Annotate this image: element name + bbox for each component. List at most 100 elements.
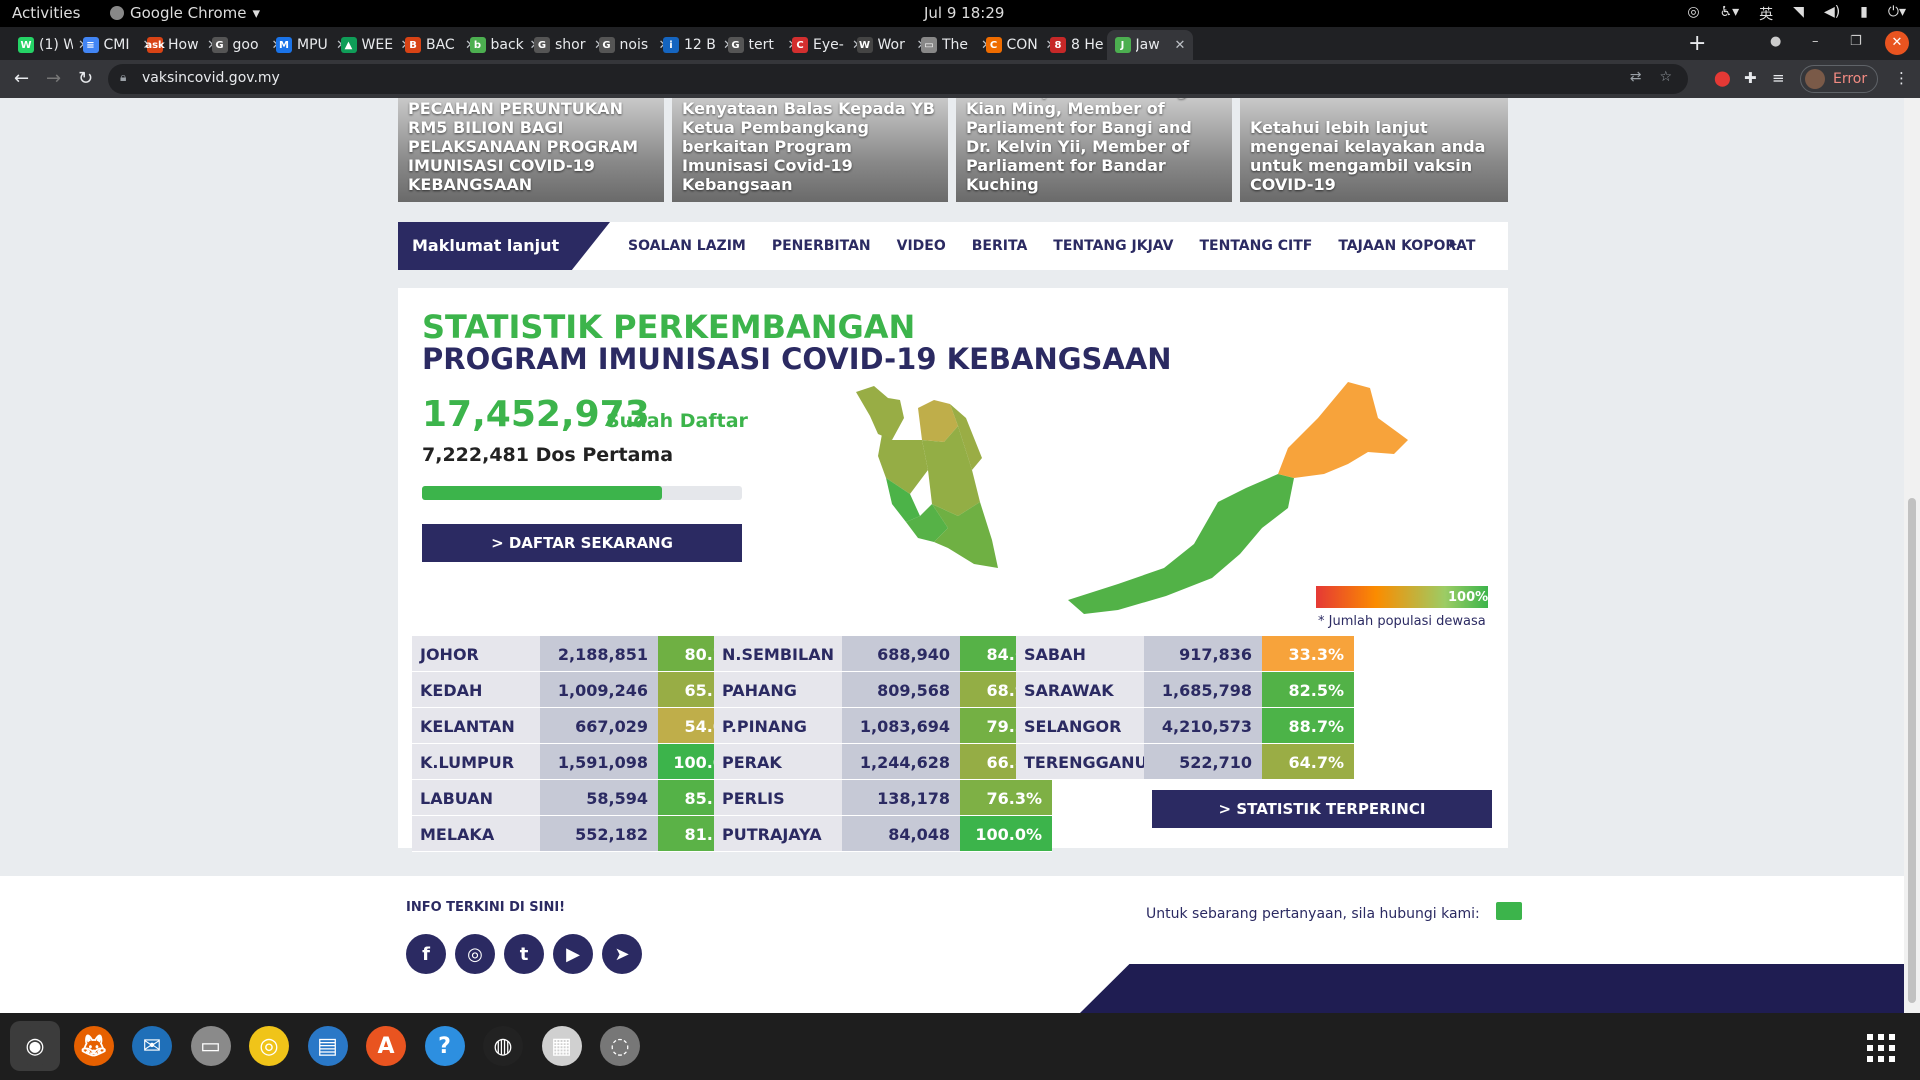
state-row: PERLIS 138,178 76.3% <box>714 780 1052 816</box>
state-row: SARAWAK 1,685,798 82.5% <box>1016 672 1354 708</box>
help-icon[interactable]: ? <box>420 1021 470 1071</box>
minimize-icon[interactable]: – <box>1812 34 1819 49</box>
state-percentage: 76.3% <box>960 780 1052 815</box>
page-scrollbar[interactable] <box>1904 98 1920 1013</box>
lock-icon[interactable]: 🔒︎ <box>120 70 126 85</box>
footer-band <box>1080 964 1904 1013</box>
restore-icon[interactable]: ❐ <box>1850 34 1862 49</box>
info-nav-link[interactable]: TENTANG CITF <box>1200 238 1313 254</box>
state-row: PUTRAJAYA 84,048 100.0% <box>714 816 1052 852</box>
state-row: PERAK 1,244,628 66.8% <box>714 744 1052 780</box>
info-nav-link[interactable]: BERITA <box>972 238 1028 254</box>
tab-favicon: J <box>1114 37 1131 53</box>
back-button[interactable]: ← <box>14 68 29 89</box>
info-navigation: Maklumat lanjut SOALAN LAZIM PENERBITAN VI… <box>398 222 1508 270</box>
vpn-icon[interactable]: ◎ <box>1687 4 1699 24</box>
news-card[interactable]: Kenyataan Balas Kepada YB Ketua Pembangk… <box>672 98 948 202</box>
news-card[interactable]: Ketahui lebih lanjut mengenai kelayakan … <box>1240 98 1508 202</box>
close-tab-icon[interactable]: ✕ <box>1175 38 1186 53</box>
firefox-icon-glyph: 🦊︎ <box>73 1026 114 1066</box>
tab-favicon: G <box>727 37 744 53</box>
tab-title: goo <box>232 37 259 53</box>
reload-button[interactable]: ↻ <box>78 68 93 89</box>
media-queue-icon[interactable]: ≡ <box>1772 69 1785 87</box>
tab-favicon: C <box>985 37 1002 53</box>
tab-favicon: G <box>598 37 615 53</box>
info-nav-link[interactable]: PENERBITAN <box>772 238 871 254</box>
thunderbird-icon[interactable]: ✉ <box>127 1021 177 1071</box>
mail-icon[interactable] <box>1496 902 1522 920</box>
chrome-menu-icon[interactable]: ⋮ <box>1894 69 1909 87</box>
activities-button[interactable]: Activities <box>12 4 80 22</box>
state-name: K.LUMPUR <box>412 744 540 779</box>
address-bar[interactable]: 🔒︎ vaksincovid.gov.my ⇄ ☆ <box>108 64 1688 94</box>
extensions-puzzle-icon[interactable]: ✚ <box>1744 69 1757 87</box>
scrollbar-thumb[interactable] <box>1908 498 1916 1003</box>
profile-error-label: Error <box>1833 71 1868 87</box>
writer-icon[interactable]: ▤ <box>303 1021 353 1071</box>
register-now-button[interactable]: > DAFTAR SEKARANG <box>422 524 742 562</box>
document-viewer-icon[interactable]: ▦ <box>537 1021 587 1071</box>
facebook-icon[interactable]: f <box>406 934 446 974</box>
state-name: N.SEMBILAN <box>714 636 842 671</box>
rhythmbox-icon[interactable]: ◎ <box>244 1021 294 1071</box>
close-window-button[interactable]: ✕ <box>1885 31 1909 55</box>
files-icon-glyph: ▭ <box>190 1026 231 1066</box>
accessibility-icon[interactable]: ♿▾ <box>1720 4 1740 24</box>
obs-icon[interactable]: ◍ <box>478 1021 528 1071</box>
chrome-icon[interactable]: ◉ <box>10 1021 60 1071</box>
extension-badge-icon[interactable]: ⬤ <box>1714 69 1731 87</box>
bookmark-star-icon[interactable]: ☆ <box>1659 69 1672 85</box>
input-method-indicator[interactable]: 英 <box>1759 4 1773 24</box>
files-icon[interactable]: ▭ <box>186 1021 236 1071</box>
map-region-sabah[interactable] <box>1278 382 1408 478</box>
info-nav-link[interactable]: VIDEO <box>897 238 946 254</box>
state-count: 1,009,246 <box>540 672 658 707</box>
news-card[interactable]: Balas kepada YB Dr. Ong Kian Ming, Membe… <box>956 98 1232 202</box>
caret-right-icon[interactable]: ▸ <box>1450 236 1457 252</box>
firefox-icon[interactable]: 🦊︎ <box>69 1021 119 1071</box>
tab-title: Wor <box>877 37 905 53</box>
new-tab-button[interactable]: + <box>1688 31 1706 56</box>
state-count: 84,048 <box>842 816 960 851</box>
latest-info-heading: INFO TERKINI DI SINI! <box>406 900 566 915</box>
twitter-icon[interactable]: t <box>504 934 544 974</box>
software-icon[interactable]: A <box>361 1021 411 1071</box>
clock[interactable]: Jul 9 18:29 <box>924 4 1004 22</box>
volume-icon[interactable]: ◀) <box>1824 4 1840 24</box>
map-region-perlis-kedah[interactable] <box>856 386 904 440</box>
profile-error-button[interactable]: Error <box>1800 65 1879 93</box>
news-card[interactable]: PECAHAN PERUNTUKAN RM5 BILION BAGI PELAK… <box>398 98 664 202</box>
state-count: 1,685,798 <box>1144 672 1262 707</box>
map-region-sarawak[interactable] <box>1068 474 1294 614</box>
tab-title: CMI <box>103 37 130 53</box>
state-percentage: 64.7% <box>1262 744 1354 779</box>
chrome-icon-glyph: ◉ <box>15 1026 55 1066</box>
youtube-icon[interactable]: ▶ <box>553 934 593 974</box>
wifi-icon[interactable]: ◥ <box>1793 4 1804 24</box>
info-nav-link[interactable]: SOALAN LAZIM <box>628 238 746 254</box>
translate-icon[interactable]: ⇄ <box>1630 69 1642 85</box>
map-region-perak[interactable] <box>878 434 928 494</box>
info-nav-link[interactable]: TENTANG JKJAV <box>1053 238 1173 254</box>
tab-title: (1) W <box>39 37 73 53</box>
chevron-down-icon: ▾ <box>252 4 261 22</box>
browser-tab[interactable]: J Jaw ✕ <box>1106 30 1194 60</box>
map-region-johor[interactable] <box>932 502 998 568</box>
show-applications-icon[interactable] <box>1866 1033 1896 1063</box>
state-percentage: 100.0% <box>960 816 1052 851</box>
url-text: vaksincovid.gov.my <box>142 70 280 86</box>
forward-button[interactable]: → <box>46 68 61 89</box>
disk-icon[interactable]: ◌ <box>595 1021 645 1071</box>
app-menu[interactable]: Google Chrome ▾ <box>110 4 260 22</box>
power-icon[interactable]: ⏻▾ <box>1888 4 1906 24</box>
battery-icon[interactable]: ▮ <box>1860 4 1868 24</box>
detailed-statistics-button[interactable]: > STATISTIK TERPERINCI <box>1152 790 1492 828</box>
tab-search-icon[interactable]: ● <box>1770 34 1781 49</box>
tab-title: 8 He <box>1071 37 1104 53</box>
first-dose-count: 7,222,481 Dos Pertama <box>422 444 674 466</box>
instagram-icon[interactable]: ◎ <box>455 934 495 974</box>
obs-icon-glyph: ◍ <box>483 1026 523 1066</box>
tab-favicon: C <box>792 37 808 53</box>
telegram-icon[interactable]: ➤ <box>602 934 642 974</box>
